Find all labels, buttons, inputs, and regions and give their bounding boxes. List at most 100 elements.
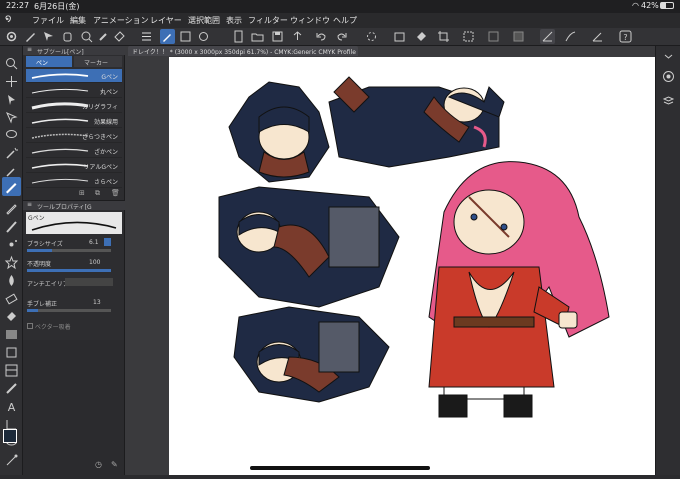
- brush-size-slider[interactable]: [27, 249, 111, 252]
- brush-size-row[interactable]: ブラシサイズ 6.1: [27, 238, 123, 248]
- ruler-snap-icon[interactable]: [540, 29, 555, 44]
- move-layer-icon[interactable]: [4, 110, 19, 125]
- zoom-icon[interactable]: [79, 29, 94, 44]
- move-tool-icon[interactable]: [4, 74, 19, 89]
- brush-item-rough-pen[interactable]: ざらつきペン: [26, 129, 122, 143]
- menu-file[interactable]: ファイル: [32, 15, 64, 26]
- fill-tool-icon[interactable]: [4, 309, 19, 324]
- panel-menu-icon[interactable]: ≡: [27, 201, 32, 208]
- frame-border-icon[interactable]: [4, 363, 19, 378]
- document-tab[interactable]: ドレイク！！ * (3000 x 3000px 350dpi 61.7%) - …: [128, 46, 358, 56]
- fill-bucket-icon[interactable]: [414, 29, 429, 44]
- tool-strip: A: [0, 46, 23, 475]
- clear-icon[interactable]: [392, 29, 407, 44]
- subtool-panel-header: ≡ サブツール[ペン]: [23, 46, 125, 56]
- delete-subtool-icon[interactable]: 🗑: [111, 189, 120, 197]
- menu-filter[interactable]: フィルター: [248, 15, 288, 26]
- antialias-selector[interactable]: [65, 278, 113, 286]
- redo-icon[interactable]: [334, 29, 349, 44]
- special-ruler-icon[interactable]: [590, 29, 605, 44]
- pink-hair-character: [428, 161, 610, 418]
- stabilization-value: 13: [93, 299, 101, 306]
- crop-icon[interactable]: [436, 29, 451, 44]
- undo-icon[interactable]: [314, 29, 329, 44]
- open-folder-icon[interactable]: [250, 29, 265, 44]
- text-tool-icon[interactable]: A: [4, 399, 19, 414]
- stabilization-slider[interactable]: [27, 309, 111, 312]
- export-icon[interactable]: [290, 29, 305, 44]
- command-bar: ?: [0, 28, 680, 46]
- brush-item-effect-line[interactable]: 効果線用: [26, 114, 122, 128]
- drawing-canvas[interactable]: [169, 57, 657, 475]
- stroke-preview: Gペン: [26, 212, 122, 234]
- menu-animation[interactable]: アニメーション: [93, 15, 149, 26]
- brush-item-g-pen[interactable]: Gペン: [26, 69, 122, 83]
- menu-edit[interactable]: 編集: [70, 15, 86, 26]
- menu-view[interactable]: 表示: [226, 15, 242, 26]
- opacity-row[interactable]: 不透明度 100: [27, 259, 123, 268]
- vector-snap-checkbox[interactable]: [27, 323, 33, 329]
- lasso-icon[interactable]: [4, 128, 19, 143]
- stabilization-row[interactable]: 手ブレ補正 13: [27, 299, 123, 308]
- blend-tool-icon[interactable]: [4, 273, 19, 288]
- brush-item-calligraphy[interactable]: カリグラフィ: [26, 99, 122, 113]
- right-bar: [655, 46, 680, 475]
- arrow-icon[interactable]: [41, 29, 56, 44]
- eyedropper-icon[interactable]: [96, 29, 111, 44]
- menu-selection[interactable]: 選択範囲: [188, 15, 220, 26]
- ruler-tool-icon[interactable]: [4, 381, 19, 396]
- duplicate-subtool-icon[interactable]: ⧉: [95, 189, 100, 198]
- pen-tool-icon[interactable]: [2, 177, 21, 196]
- hamburger-menu-icon[interactable]: [139, 29, 154, 44]
- app-logo-icon[interactable]: ໑: [5, 13, 11, 24]
- figure-tool-icon[interactable]: [4, 345, 19, 360]
- opacity-slider[interactable]: [27, 269, 111, 272]
- panel-menu-icon[interactable]: ≡: [27, 46, 32, 53]
- gradient-icon[interactable]: [4, 327, 19, 342]
- tab-pen[interactable]: ペン: [26, 56, 72, 67]
- deselect-icon[interactable]: [486, 29, 501, 44]
- main-color-swatch[interactable]: [3, 429, 17, 443]
- menu-window[interactable]: ウィンドウ: [290, 15, 330, 26]
- decoration-tool-icon[interactable]: [4, 255, 19, 270]
- airbrush-icon[interactable]: [4, 237, 19, 252]
- chevron-down-icon[interactable]: [662, 48, 675, 61]
- correct-line-icon[interactable]: [4, 453, 19, 468]
- invert-selection-icon[interactable]: [511, 29, 526, 44]
- layers-icon[interactable]: [662, 92, 675, 105]
- menu-layer[interactable]: レイヤー: [150, 15, 182, 26]
- pen-icon[interactable]: [23, 29, 38, 44]
- fill-icon[interactable]: [112, 29, 127, 44]
- timer-icon[interactable]: ◷: [95, 460, 102, 469]
- vector-snap-row[interactable]: ベクター吸着: [27, 322, 123, 331]
- brush-item-sara-pen[interactable]: さらペン: [26, 174, 122, 188]
- brush-snap-icon[interactable]: [563, 29, 578, 44]
- wrench-icon[interactable]: ✎: [111, 460, 118, 469]
- eraser-icon[interactable]: [4, 291, 19, 306]
- rotate-icon[interactable]: [196, 29, 211, 44]
- help-icon[interactable]: ?: [618, 29, 633, 44]
- color-wheel-icon[interactable]: [662, 68, 675, 82]
- brush-item-maru-pen[interactable]: 丸ペン: [26, 84, 122, 98]
- antialias-row[interactable]: アンチエイリア: [27, 278, 123, 288]
- menu-help[interactable]: ヘルプ: [333, 15, 357, 26]
- new-file-icon[interactable]: [231, 29, 246, 44]
- brush-size-stepper[interactable]: [104, 238, 111, 246]
- zoom-tool-icon[interactable]: [4, 56, 19, 71]
- active-tool-icon[interactable]: [160, 29, 175, 44]
- dark-figure-bottom: [233, 306, 390, 403]
- save-icon[interactable]: [270, 29, 285, 44]
- tab-marker[interactable]: マーカー: [74, 56, 122, 67]
- add-subtool-icon[interactable]: ⊞: [79, 189, 85, 197]
- loading-spinner-icon[interactable]: [364, 29, 379, 44]
- brush-item-zaka-pen[interactable]: ざかペン: [26, 144, 122, 158]
- transform-icon[interactable]: [178, 29, 193, 44]
- brush-item-real-g-pen[interactable]: リアルGペン: [26, 159, 122, 173]
- magic-wand-icon[interactable]: [4, 146, 19, 161]
- settings-gear-icon[interactable]: [4, 29, 19, 44]
- brush-tool-icon[interactable]: [4, 219, 19, 234]
- hand-icon[interactable]: [60, 29, 75, 44]
- select-all-icon[interactable]: [461, 29, 476, 44]
- operation-tool-icon[interactable]: [4, 92, 19, 107]
- pencil-tool-icon[interactable]: [4, 201, 19, 216]
